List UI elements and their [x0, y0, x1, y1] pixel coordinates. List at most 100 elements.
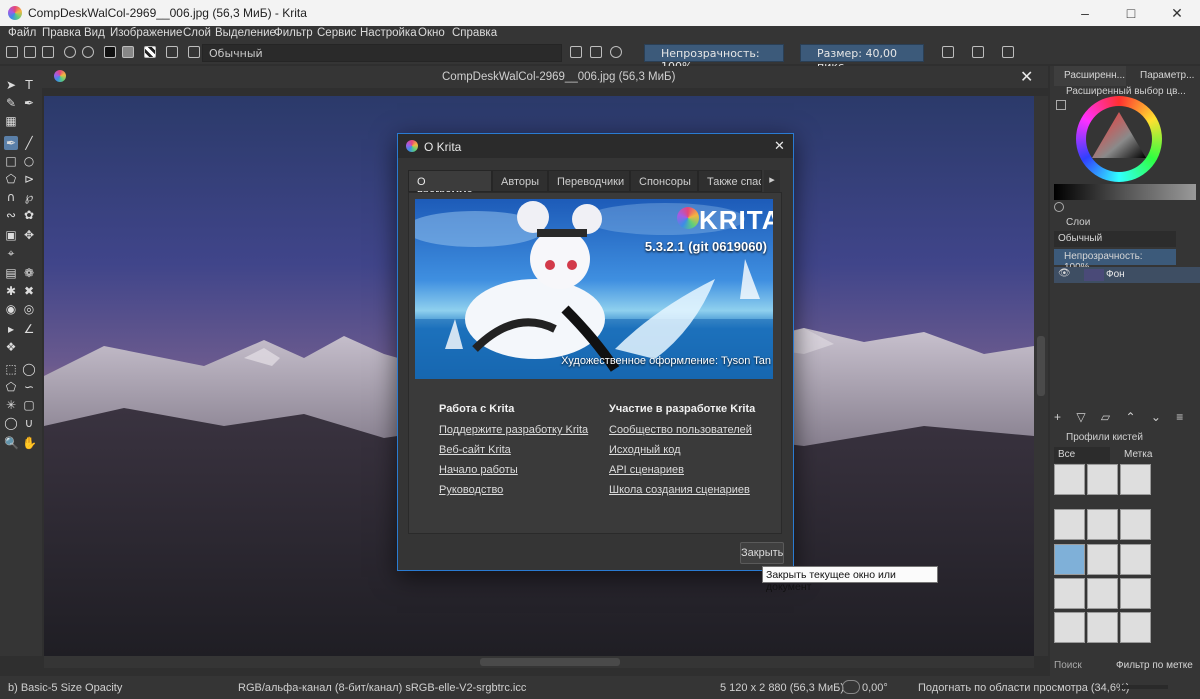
menu-image[interactable]: Изображение [110, 27, 182, 39]
brush-preset-icon[interactable] [188, 46, 200, 58]
rect-select-icon[interactable]: ⬚ [4, 362, 18, 376]
brush-preset-item[interactable] [1120, 612, 1151, 643]
dynamic-brush-icon[interactable]: ∾ [4, 208, 18, 222]
brush-search-label[interactable]: Поиск [1054, 660, 1082, 671]
brush-tag-button[interactable]: Метка [1116, 447, 1166, 463]
size-slider[interactable]: Размер: 40,00 пикс. [800, 44, 924, 73]
mirror-vertical-icon[interactable] [972, 46, 984, 58]
brush-preset-item[interactable] [1054, 612, 1085, 643]
foreground-color-icon[interactable] [104, 46, 116, 58]
select-shapes-icon[interactable]: ➤ [4, 78, 18, 92]
menu-window[interactable]: Окно [418, 27, 445, 39]
menu-file[interactable]: Файл [8, 27, 36, 39]
freehand-path-icon[interactable]: ℘ [22, 190, 36, 204]
polyline-tool-icon[interactable]: ⊳ [22, 172, 36, 186]
support-krita-link[interactable]: Поддержите разработку Krita [439, 424, 588, 436]
save-icon[interactable] [42, 46, 54, 58]
new-document-icon[interactable] [6, 46, 18, 58]
colorize-mask-icon[interactable]: ✖ [22, 284, 36, 298]
freehand-brush-icon[interactable]: ✒ [4, 136, 18, 150]
mirror-horizontal-icon[interactable] [942, 46, 954, 58]
gradient-icon[interactable] [166, 46, 178, 58]
manual-link[interactable]: Руководство [439, 484, 588, 496]
pan-tool-icon[interactable]: ✋ [22, 436, 37, 450]
brush-preset-item-selected[interactable] [1054, 544, 1085, 575]
color-settings-icon[interactable] [1056, 100, 1066, 110]
minimize-icon[interactable]: – [1062, 0, 1108, 26]
maximize-icon[interactable]: □ [1108, 0, 1154, 26]
canvas-horizontal-scrollbar[interactable] [44, 656, 1034, 668]
layer-actions[interactable]: + ▽ ▱ ⌃ ⌄ ≡ [1054, 410, 1196, 424]
brush-preset-item[interactable] [1120, 509, 1151, 540]
menu-layer[interactable]: Слой [183, 27, 211, 39]
layer-opacity-slider[interactable]: Непрозрачность: 100% [1054, 249, 1176, 273]
brush-preset-item[interactable] [1087, 464, 1118, 495]
horizontal-scroll-thumb[interactable] [480, 658, 620, 666]
edit-shapes-icon[interactable]: ✎ [4, 96, 18, 110]
color-space-label[interactable]: RGB/альфа-канал (8-бит/канал) sRGB-elle-… [238, 682, 526, 694]
layer-row[interactable]: 👁 Фон [1054, 267, 1200, 283]
multibrush-icon[interactable]: ✿ [22, 208, 36, 222]
blend-mode-select[interactable]: Обычный [202, 44, 562, 62]
brush-preset-item[interactable] [1120, 544, 1151, 575]
vertical-scroll-thumb[interactable] [1037, 336, 1045, 396]
polygon-tool-icon[interactable]: ⬠ [4, 172, 18, 186]
similar-select-icon[interactable]: ▢ [22, 398, 36, 412]
reload-preset-icon[interactable] [610, 46, 622, 58]
rectangle-tool-icon[interactable]: □ [4, 154, 18, 168]
redo-icon[interactable] [82, 46, 94, 58]
krita-website-link[interactable]: Веб-сайт Krita [439, 444, 588, 456]
scripting-school-link[interactable]: Школа создания сценариев [609, 484, 755, 496]
brush-preset-item[interactable] [1087, 612, 1118, 643]
undo-icon[interactable] [64, 46, 76, 58]
bezier-select-icon[interactable]: ◯ [4, 416, 18, 430]
zoom-mode-label[interactable]: Подогнать по области просмотра (34,6%) [918, 682, 1129, 694]
brush-preset-item[interactable] [1087, 578, 1118, 609]
close-dialog-button[interactable]: Закрыть [740, 542, 784, 564]
magnetic-select-icon[interactable]: ∪ [22, 416, 36, 430]
move-tool-icon[interactable]: ✥ [22, 228, 36, 242]
close-icon[interactable]: ✕ [1154, 0, 1200, 26]
tab-advanced-color[interactable]: Расширенн... [1054, 66, 1126, 86]
background-color-icon[interactable] [122, 46, 134, 58]
menu-settings[interactable]: Настройка [360, 27, 417, 39]
opacity-slider[interactable]: Непрозрачность: 100% [644, 44, 784, 73]
transform-tool-icon[interactable]: ⌖ [4, 246, 18, 260]
smart-patch-icon[interactable]: ✱ [4, 284, 18, 298]
tab-tool-options[interactable]: Параметр... [1130, 66, 1200, 86]
brush-preset-item[interactable] [1054, 509, 1085, 540]
contiguous-select-icon[interactable]: ✳ [4, 398, 18, 412]
color-picker-icon[interactable]: ❁ [22, 266, 36, 280]
eraser-icon[interactable] [570, 46, 582, 58]
rotation-value[interactable]: 0,00° [862, 682, 888, 694]
color-wheel[interactable] [1076, 96, 1162, 182]
brush-preset-item[interactable] [1120, 464, 1151, 495]
wrap-around-icon[interactable] [1002, 46, 1014, 58]
reference-images-icon[interactable]: ❖ [4, 340, 18, 354]
scripting-api-link[interactable]: API сценариев [609, 464, 755, 476]
menu-help[interactable]: Справка [452, 27, 497, 39]
layer-blend-select[interactable]: Обычный [1054, 231, 1176, 247]
ellipse-select-icon[interactable]: ◯ [22, 362, 36, 376]
brush-preset-item[interactable] [1054, 464, 1085, 495]
source-code-link[interactable]: Исходный код [609, 444, 755, 456]
current-brush-label[interactable]: b) Basic-5 Size Opacity [8, 682, 122, 694]
tab-sponsors[interactable]: Спонсоры [630, 170, 698, 192]
zoom-slider[interactable] [1120, 685, 1168, 689]
line-tool-icon[interactable]: ╱ [22, 136, 36, 150]
assistant-icon[interactable]: ▸ [4, 322, 18, 336]
bezier-tool-icon[interactable]: ∩ [4, 190, 18, 204]
menu-filter[interactable]: Фильтр [274, 27, 313, 39]
assistant-tool-icon[interactable]: ▦ [4, 114, 18, 128]
enclose-fill-icon[interactable]: ◎ [22, 302, 36, 316]
tab-about[interactable]: О программе [408, 170, 492, 200]
brush-preset-item[interactable] [1087, 544, 1118, 575]
menu-view[interactable]: Вид [84, 27, 105, 39]
brush-preset-item[interactable] [1054, 578, 1085, 609]
ellipse-tool-icon[interactable]: ○ [22, 154, 36, 168]
close-document-icon[interactable]: ✕ [1020, 67, 1033, 87]
brush-preset-item[interactable] [1120, 578, 1151, 609]
brush-preset-item[interactable] [1087, 509, 1118, 540]
color-triangle[interactable] [1076, 96, 1162, 182]
fill-tool-icon[interactable]: ◉ [4, 302, 18, 316]
